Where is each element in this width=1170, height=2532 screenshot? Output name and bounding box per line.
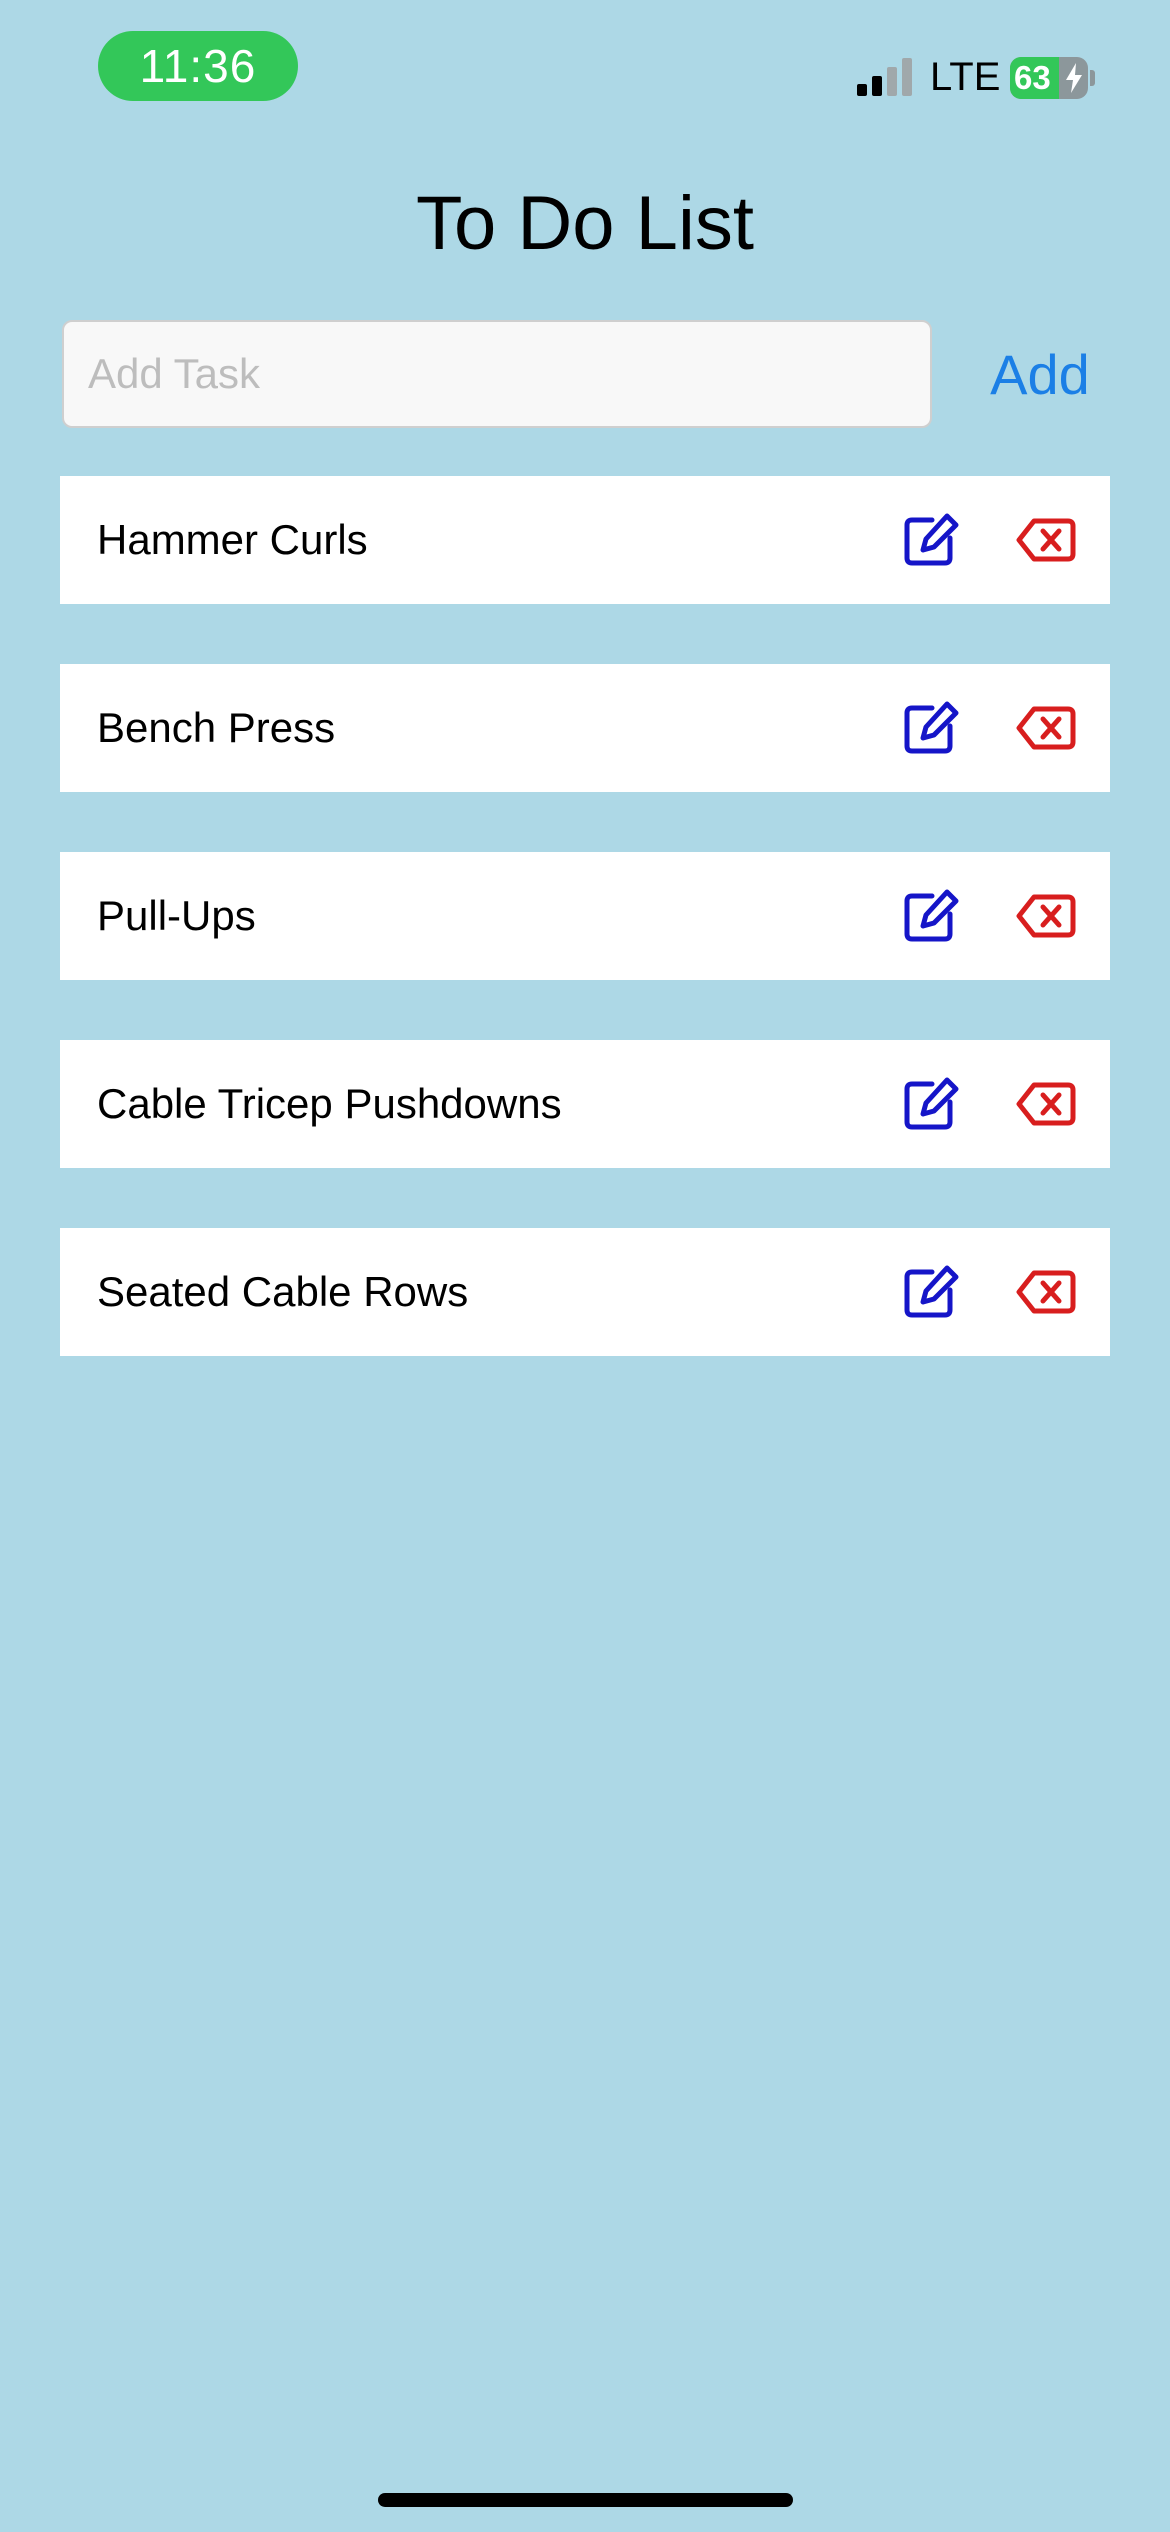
home-indicator[interactable]: [378, 2493, 793, 2507]
battery-icon: 63: [1010, 57, 1088, 99]
delete-icon: [1016, 518, 1076, 562]
task-row: Hammer Curls: [60, 476, 1110, 604]
delete-task-button[interactable]: [1016, 888, 1076, 944]
page-title: To Do List: [416, 181, 754, 266]
task-row: Pull-Ups: [60, 852, 1110, 980]
edit-task-button[interactable]: [902, 1264, 962, 1320]
battery-percent: 63: [1014, 59, 1051, 96]
task-row: Cable Tricep Pushdowns: [60, 1040, 1110, 1168]
delete-task-button[interactable]: [1016, 1076, 1076, 1132]
edit-task-button[interactable]: [902, 512, 962, 568]
delete-task-button[interactable]: [1016, 700, 1076, 756]
edit-icon: [904, 889, 959, 942]
edit-icon: [904, 1265, 959, 1318]
task-label: Pull-Ups: [97, 892, 256, 939]
carrier-label: LTE: [930, 55, 1001, 99]
battery-tip: [1090, 70, 1095, 86]
task-label: Seated Cable Rows: [97, 1268, 469, 1315]
status-time: 11:36: [98, 31, 298, 101]
delete-icon: [1016, 894, 1076, 938]
edit-task-button[interactable]: [902, 1076, 962, 1132]
delete-icon: [1016, 1082, 1076, 1126]
charging-bolt-icon: [1066, 63, 1082, 93]
task-label: Hammer Curls: [97, 516, 368, 563]
edit-task-button[interactable]: [902, 888, 962, 944]
add-button[interactable]: Add: [965, 320, 1115, 428]
edit-icon: [904, 701, 959, 754]
delete-task-button[interactable]: [1016, 1264, 1076, 1320]
task-list: Hammer Curls Bench Press Pull-Ups Cable Tri…: [60, 476, 1110, 1416]
add-task-input[interactable]: [62, 320, 932, 428]
cellular-signal-icon: [857, 58, 912, 96]
task-row: Bench Press: [60, 664, 1110, 792]
edit-icon: [904, 513, 959, 566]
task-row: Seated Cable Rows: [60, 1228, 1110, 1356]
edit-icon: [904, 1077, 959, 1130]
task-label: Cable Tricep Pushdowns: [97, 1080, 562, 1127]
edit-task-button[interactable]: [902, 700, 962, 756]
delete-icon: [1016, 706, 1076, 750]
delete-task-button[interactable]: [1016, 512, 1076, 568]
task-label: Bench Press: [97, 704, 336, 751]
delete-icon: [1016, 1270, 1076, 1314]
